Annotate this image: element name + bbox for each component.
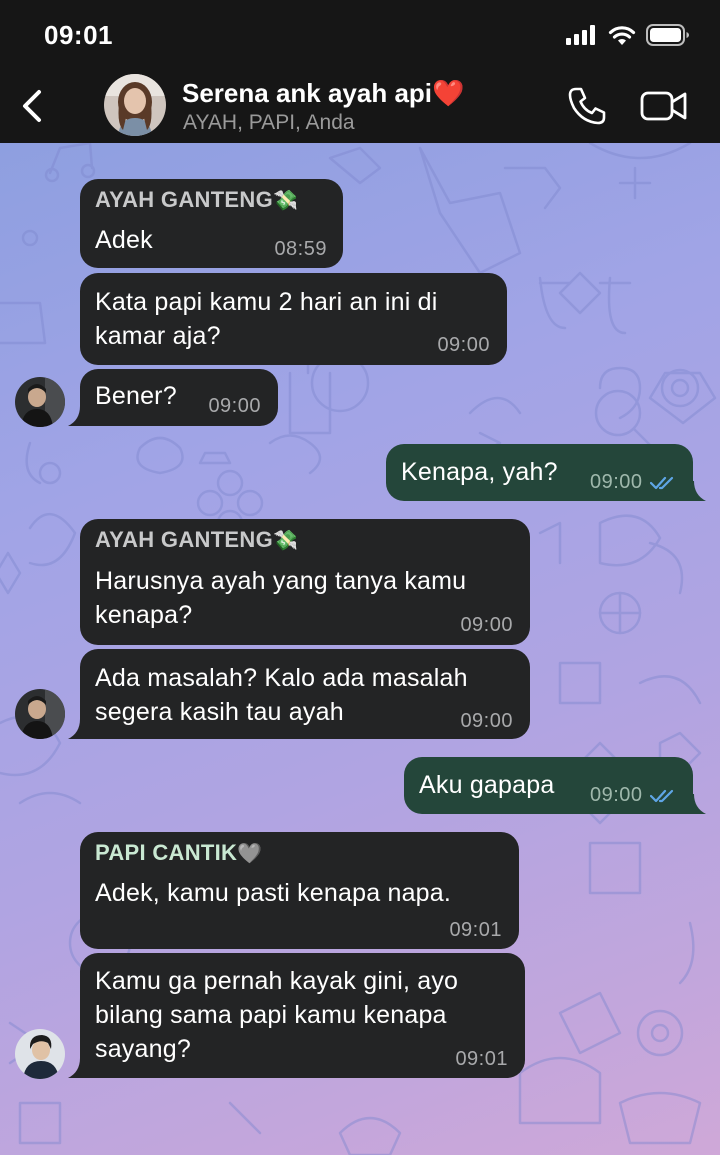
message-text-line: sayang? (95, 1035, 191, 1063)
message-text-line: Ada masalah? Kalo ada masalah (95, 664, 468, 692)
message-time: 09:00 (590, 471, 643, 493)
message-bubble[interactable]: Ada masalah? Kalo ada masalah segera kas… (80, 649, 530, 739)
chat-members: AYAH, PAPI, Anda (183, 111, 355, 134)
heart-emoji: ❤️ (432, 78, 465, 108)
message-text-line: Kata papi kamu 2 hari an ini di (95, 288, 438, 316)
back-button[interactable] (12, 84, 52, 128)
call-button[interactable] (566, 85, 608, 127)
message-bubble[interactable]: AYAH GANTENG💸 Adek 08:59 (80, 179, 343, 268)
message-bubble[interactable]: Kamu ga pernah kayak gini, ayo bilang sa… (80, 953, 525, 1078)
message-text-line: kenapa? (95, 601, 193, 629)
chevron-left-icon (23, 90, 41, 122)
battery-icon (646, 24, 689, 46)
money-emoji: 💸 (273, 190, 299, 212)
message-bubble[interactable]: Kata papi kamu 2 hari an ini di kamar aj… (80, 273, 507, 365)
message-text: Kenapa, yah? (401, 458, 558, 486)
message-time: 09:00 (590, 784, 643, 806)
sender-name: AYAH GANTENG (95, 527, 274, 552)
message-time: 08:59 (274, 238, 327, 260)
chat-title-text: Serena ank ayah api (182, 78, 433, 108)
message-text: Aku gapapa (419, 771, 555, 799)
read-ticks-icon (650, 476, 674, 490)
message-time: 09:00 (208, 395, 261, 417)
papi-avatar[interactable] (15, 1029, 65, 1079)
grey-heart-emoji: 🩶 (237, 843, 263, 865)
message-bubble[interactable]: AYAH GANTENG💸 Harusnya ayah yang tanya k… (80, 519, 530, 645)
message-text-line: segera kasih tau ayah (95, 698, 344, 726)
message-time: 09:01 (449, 919, 502, 941)
message-text-line: kamar aja? (95, 322, 221, 350)
chat-header: Serena ank ayah api❤️ AYAH, PAPI, Anda (0, 70, 720, 143)
chat-title[interactable]: Serena ank ayah api❤️ (182, 78, 464, 109)
read-ticks-icon (650, 789, 674, 803)
wifi-icon (608, 26, 636, 45)
message-bubble-outgoing[interactable]: Kenapa, yah? 09:00 (386, 444, 693, 501)
message-sender[interactable]: AYAH GANTENG💸 (95, 527, 298, 553)
ayah-avatar[interactable] (15, 689, 65, 739)
message-time: 09:00 (460, 614, 513, 636)
message-text-line: Harusnya ayah yang tanya kamu (95, 567, 467, 595)
message-text: Adek, kamu pasti kenapa napa. (95, 879, 452, 907)
video-call-button[interactable] (640, 88, 688, 124)
message-time: 09:01 (455, 1048, 508, 1070)
message-text-line: Kamu ga pernah kayak gini, ayo (95, 967, 459, 995)
message-sender[interactable]: AYAH GANTENG💸 (95, 187, 298, 213)
message-bubble[interactable]: PAPI CANTIK🩶 Adek, kamu pasti kenapa nap… (80, 832, 519, 949)
message-text: Bener? (95, 382, 177, 410)
phone-icon (568, 87, 606, 125)
message-time: 09:00 (460, 710, 513, 732)
signal-icon (566, 25, 595, 45)
video-camera-icon (640, 91, 687, 121)
status-icons (566, 22, 690, 48)
message-text-line: bilang sama papi kamu kenapa (95, 1001, 447, 1029)
message-sender[interactable]: PAPI CANTIK🩶 (95, 840, 262, 866)
message-text: Adek (95, 226, 153, 254)
message-time: 09:00 (437, 334, 490, 356)
message-bubble[interactable]: Bener? 09:00 (80, 369, 278, 426)
money-emoji: 💸 (273, 530, 299, 552)
status-time: 09:01 (44, 20, 113, 50)
sender-name: PAPI CANTIK (95, 840, 238, 865)
ayah-avatar[interactable] (15, 377, 65, 427)
sender-name: AYAH GANTENG (95, 187, 274, 212)
group-avatar[interactable] (104, 74, 166, 136)
chat-area[interactable]: AYAH GANTENG💸 Adek 08:59 Kata papi kamu … (0, 143, 720, 1155)
message-bubble-outgoing[interactable]: Aku gapapa 09:00 (404, 757, 693, 814)
status-bar: 09:01 (0, 0, 720, 70)
